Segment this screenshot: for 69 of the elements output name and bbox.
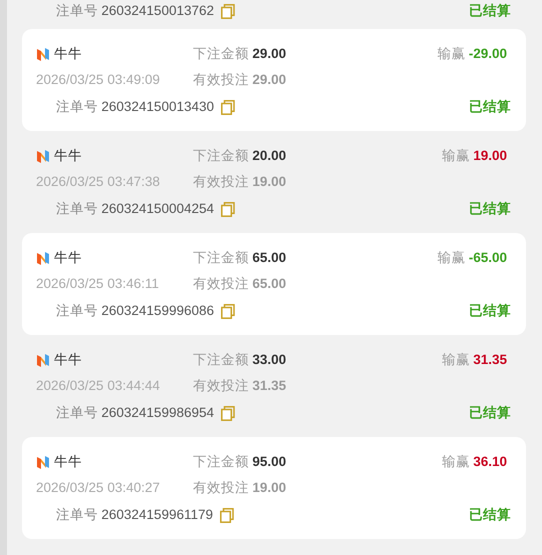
bet-amount: 65.00 [252,250,286,265]
win-loss-label: 输赢 [437,250,466,265]
settled-status: 已结算 [469,200,511,218]
valid-bet-label: 有效投注 [193,480,249,495]
win-loss-label: 输赢 [437,46,466,61]
win-loss-amount: 36.10 [473,454,507,469]
win-loss-amount: 31.35 [473,352,507,367]
copy-icon[interactable] [220,508,234,522]
bet-amount-label: 下注金额 [193,148,249,163]
order-number-label: 注单号 [56,200,98,218]
bet-amount-label: 下注金额 [193,250,249,265]
game-logo-icon [36,148,50,164]
game-logo-icon [36,250,50,266]
bet-amount-label: 下注金额 [193,454,249,469]
valid-bet-amount: 29.00 [252,72,286,87]
bet-time: 2026/03/25 03:44:44 [36,376,160,395]
order-number: 260324150004254 [101,200,214,218]
valid-bet-amount: 31.35 [252,378,286,393]
valid-bet-amount: 19.00 [252,174,286,189]
valid-bet-amount: 19.00 [252,480,286,495]
bet-amount: 29.00 [252,46,286,61]
bet-time: 2026/03/25 03:47:38 [36,172,160,191]
win-loss-label: 输赢 [442,352,470,367]
bet-time: 2026/03/25 03:40:27 [36,478,160,497]
order-number: 260324159961179 [101,506,213,524]
bet-amount-label: 下注金额 [193,46,249,61]
settled-status: 已结算 [469,506,511,524]
bet-amount-label: 下注金额 [193,352,249,367]
copy-icon[interactable] [220,4,235,18]
order-number: 260324150013430 [101,98,214,116]
game-logo-icon [36,454,50,470]
copy-icon[interactable] [220,202,235,216]
win-loss-label: 输赢 [442,148,470,163]
order-number: 260324150013762 [101,2,214,20]
game-name: 牛牛 [54,146,82,165]
game-name: 牛牛 [54,452,82,471]
game-name: 牛牛 [54,44,82,63]
bet-amount: 95.00 [252,454,286,469]
bet-amount: 33.00 [252,352,286,367]
order-number: 260324159996086 [101,302,214,320]
game-logo-icon [36,46,50,62]
game-name: 牛牛 [54,248,82,267]
win-loss-label: 输赢 [442,454,470,469]
order-number-label: 注单号 [56,98,98,116]
copy-icon[interactable] [220,100,235,114]
order-number-label: 注单号 [56,404,98,422]
settled-status: 已结算 [469,98,511,116]
bet-amount: 20.00 [252,148,286,163]
copy-icon[interactable] [220,406,235,420]
valid-bet-label: 有效投注 [193,276,249,291]
settled-status: 已结算 [469,404,511,422]
bet-time: 2026/03/25 03:46:11 [36,274,159,293]
valid-bet-label: 有效投注 [193,378,249,393]
order-number: 260324159986954 [101,404,214,422]
win-loss-amount: -65.00 [468,250,507,265]
valid-bet-label: 有效投注 [193,174,249,189]
order-number-label: 注单号 [56,506,98,524]
order-number-label: 注单号 [56,302,98,320]
order-number-label: 注单号 [56,2,98,20]
win-loss-amount: -29.00 [468,46,507,61]
bet-time: 2026/03/25 03:49:09 [36,70,160,89]
copy-icon[interactable] [220,304,235,318]
settled-status: 已结算 [469,302,511,320]
valid-bet-label: 有效投注 [193,72,249,87]
win-loss-amount: 19.00 [473,148,507,163]
game-logo-icon [36,352,50,368]
valid-bet-amount: 65.00 [252,276,286,291]
settled-status: 已结算 [469,2,511,20]
game-name: 牛牛 [54,350,82,369]
